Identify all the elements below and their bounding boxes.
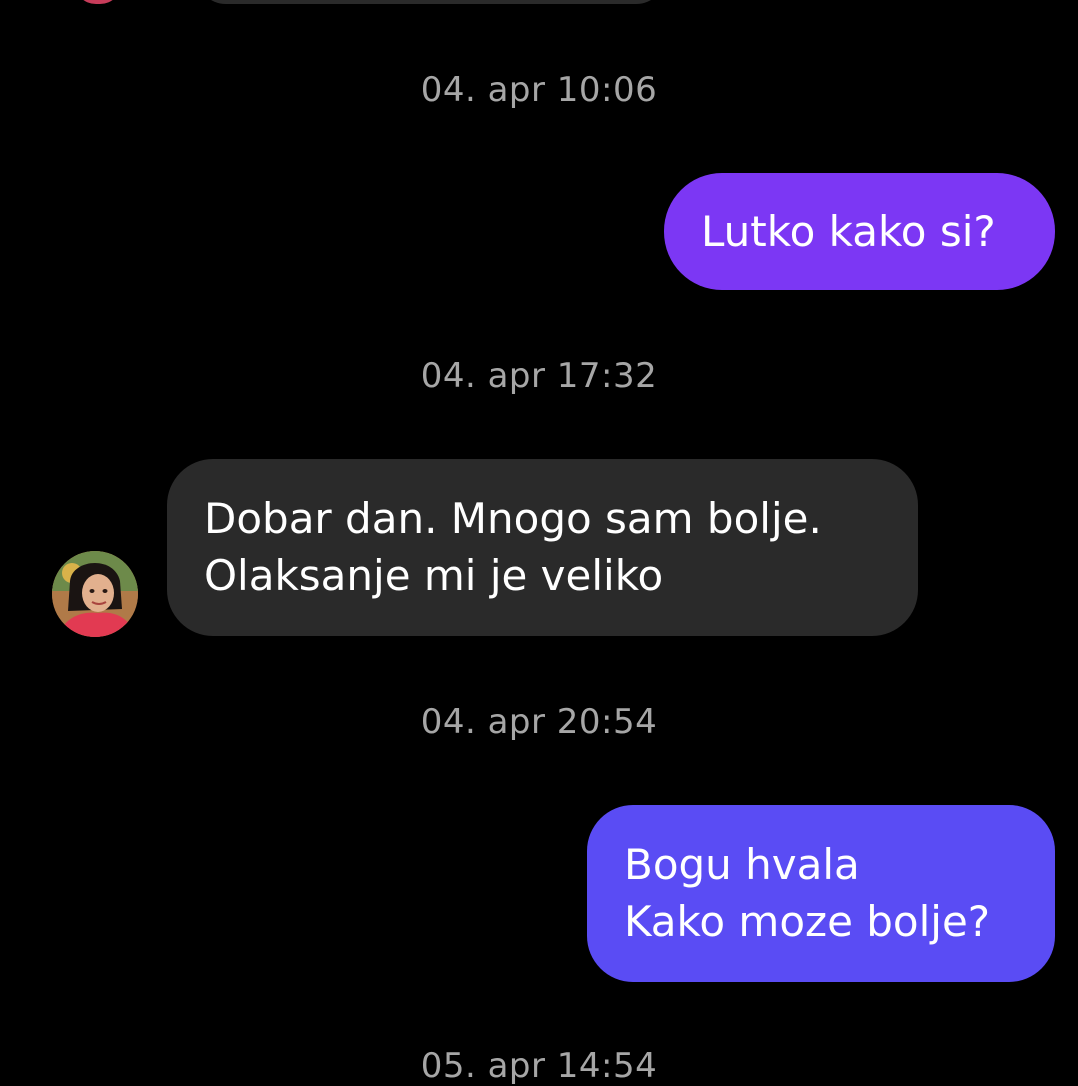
message-timestamp: 04. apr 20:54 bbox=[420, 702, 658, 742]
message-timestamp-partial: 05. apr 14:54 bbox=[420, 1046, 658, 1086]
incoming-message-bubble[interactable]: Dobar dan. Mnogo sam bolje. Olaksanje mi… bbox=[167, 459, 918, 636]
message-timestamp: 04. apr 17:32 bbox=[420, 356, 658, 396]
previous-message-bubble[interactable] bbox=[196, 0, 666, 4]
message-timestamp: 04. apr 10:06 bbox=[420, 70, 658, 110]
outgoing-message-bubble[interactable]: Lutko kako si? bbox=[664, 173, 1055, 290]
outgoing-message-bubble[interactable]: Bogu hvala Kako moze bolje? bbox=[587, 805, 1055, 982]
contact-avatar-icon bbox=[52, 551, 138, 637]
contact-avatar[interactable] bbox=[52, 551, 138, 637]
previous-avatar[interactable] bbox=[74, 0, 122, 4]
